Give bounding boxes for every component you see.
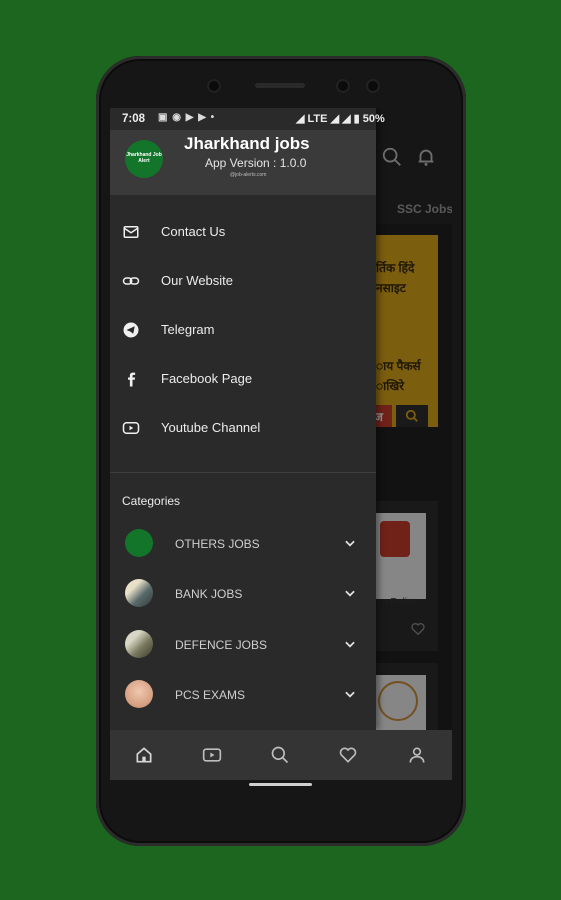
menu-telegram[interactable]: Telegram	[110, 307, 376, 353]
facebook-icon	[128, 372, 136, 387]
category-label: BANK JOBS	[175, 587, 243, 601]
bottom-navigation	[110, 730, 452, 780]
battery-icon: ▮	[353, 113, 360, 125]
navigation-drawer: Jharkhand Job Alert Jharkhand jobs App V…	[110, 108, 376, 730]
wifi-icon: ◢ ◢	[330, 113, 351, 125]
menu-youtube-channel[interactable]: Youtube Channel	[110, 405, 376, 451]
menu-label: Our Website	[161, 273, 234, 288]
search-icon[interactable]	[270, 745, 290, 765]
category-pcs-exams[interactable]: PCS EXAMS	[110, 671, 376, 721]
category-defence-jobs[interactable]: DEFENCE JOBS	[110, 621, 376, 671]
menu-label: Facebook Page	[161, 371, 253, 386]
chevron-down-icon[interactable]	[343, 536, 357, 550]
menu-facebook-page[interactable]: Facebook Page	[110, 356, 376, 402]
menu-our-website[interactable]: Our Website	[110, 258, 376, 304]
menu-label: Contact Us	[161, 224, 226, 239]
front-sensor-secondary	[366, 79, 380, 93]
app-version: App Version : 1.0.0	[205, 156, 307, 170]
phone-screen: SSC Jobs र्तिक हिंदे नसाइट ाय पैकर्स ाखि…	[110, 108, 452, 780]
notification-icons: ▣ ◉ ▶ ▶ •	[158, 112, 216, 123]
link-icon	[122, 277, 140, 285]
category-thumbnail	[125, 630, 153, 658]
front-sensor	[336, 79, 350, 93]
app-logo: Jharkhand Job Alert	[125, 140, 163, 178]
category-label: DEFENCE JOBS	[175, 638, 268, 652]
telegram-icon	[123, 322, 139, 338]
front-camera	[207, 79, 221, 93]
categories-heading: Categories	[122, 494, 181, 508]
category-thumbnail	[125, 579, 153, 607]
profile-icon[interactable]	[407, 745, 427, 765]
earpiece-speaker	[255, 83, 305, 88]
mail-icon	[123, 226, 139, 238]
heart-icon[interactable]	[338, 745, 358, 765]
logo-text: Jharkhand Job Alert	[126, 152, 162, 164]
category-thumbnail	[125, 680, 153, 708]
gesture-bar[interactable]	[249, 783, 312, 786]
drawer-divider	[110, 472, 376, 473]
category-others-jobs[interactable]: OTHERS JOBS	[110, 520, 376, 570]
chevron-down-icon[interactable]	[343, 586, 357, 600]
menu-contact-us[interactable]: Contact Us	[110, 209, 376, 255]
chevron-down-icon[interactable]	[343, 637, 357, 651]
video-icon[interactable]	[202, 745, 222, 765]
network-type: LTE	[307, 113, 328, 125]
battery-level: 50%	[362, 113, 385, 125]
category-thumbnail	[125, 529, 153, 557]
menu-label: Telegram	[161, 322, 215, 337]
home-icon[interactable]	[134, 745, 154, 765]
signal-icon: ◢	[296, 113, 305, 125]
menu-label: Youtube Channel	[161, 420, 261, 435]
app-website: @job-alerts.com	[230, 172, 267, 178]
app-title: Jharkhand jobs	[184, 134, 310, 153]
category-label: OTHERS JOBS	[175, 537, 260, 551]
category-label: PCS EXAMS	[175, 688, 246, 702]
youtube-icon	[122, 422, 140, 434]
drawer-header: Jharkhand Job Alert Jharkhand jobs App V…	[110, 130, 376, 195]
status-bar-right: ◢ LTE ◢ ◢ ▮ 50%	[296, 112, 385, 125]
category-bank-jobs[interactable]: BANK JOBS	[110, 570, 376, 620]
chevron-down-icon[interactable]	[343, 687, 357, 701]
status-time: 7:08	[122, 113, 146, 125]
